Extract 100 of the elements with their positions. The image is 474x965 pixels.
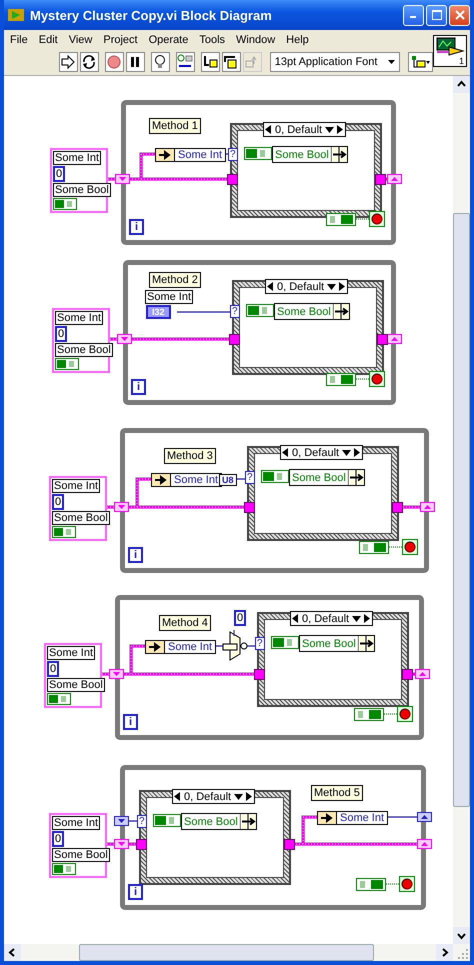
iteration-terminal: i [128,884,144,900]
element-label: Some Bool [53,183,111,197]
case-selector[interactable]: 0, Default [290,611,374,626]
left-arrow-icon [267,282,274,291]
int-wire [177,311,232,313]
case-selector-terminal: ? [245,471,255,484]
branch-wire [302,816,318,844]
iteration-terminal: i [129,219,144,235]
vi-icon [435,37,465,57]
method-label: Method 2 [149,272,201,288]
boolean-constant-icon [53,198,77,210]
unbundle-by-name-node[interactable]: Some Int [145,640,216,654]
run-continuously-icon[interactable] [80,52,99,72]
element-label: Some Int [53,151,102,165]
numeric-constant: 0 [55,326,68,342]
boolean-constant-icon [52,863,76,875]
bundle-by-name-node[interactable]: Some Bool [272,146,348,163]
case-selector[interactable]: 0, Default [172,789,256,804]
shift-register-icon [115,174,130,184]
bundle-by-name-node[interactable]: Some Bool [299,635,375,652]
font-dropdown[interactable]: 13pt Application Font [270,52,400,72]
dropdown-arrow-icon [325,126,334,132]
close-button[interactable] [449,4,470,26]
cluster-constant[interactable]: Some Int 0 Some Bool [49,476,107,541]
menu-item[interactable]: Project [103,34,138,46]
bundle-by-name-node[interactable]: Some Bool [181,813,257,830]
shift-register-icon [114,839,129,849]
run-arrow-icon[interactable] [59,52,78,72]
bool-wire [356,218,370,220]
dropdown-arrow-icon [388,60,396,64]
bundle-by-name-node[interactable]: Some Bool [274,303,350,320]
tunnel-icon [244,502,255,513]
step-over-icon[interactable] [222,52,241,72]
boolean-constant-icon [244,147,272,160]
case-selector-terminal: ? [255,637,265,650]
unbundle-by-name-node[interactable]: Some Int [151,473,222,487]
minimize-button[interactable] [403,4,424,26]
left-arrow-icon [265,125,272,134]
right-arrow-icon [337,125,344,134]
dropdown-arrow-icon [327,284,336,290]
unbundle-by-name-node[interactable]: Some Int [317,811,388,825]
cluster-constant[interactable]: Some Int 0 Some Bool [52,308,110,373]
bundle-by-name-node[interactable]: Some Bool [289,469,365,486]
vertical-scrollbar[interactable] [453,76,470,944]
right-arrow-icon [364,614,372,623]
retain-wire-values-icon[interactable] [176,52,195,72]
method-label: Method 1 [149,118,201,134]
case-selector-terminal: ? [228,148,238,161]
menu-item[interactable]: Window [236,34,276,46]
cluster-constant[interactable]: Some Int 0 Some Bool [49,813,107,878]
int-wire [385,816,418,818]
step-into-icon[interactable] [200,52,220,72]
bool-wire [388,546,404,548]
menu-item[interactable]: Operate [148,34,188,46]
select-function-icon[interactable] [222,630,250,662]
cluster-constant[interactable]: Some Int 0 Some Bool [50,148,108,213]
scroll-left-icon[interactable] [4,944,21,961]
tunnel-icon [402,669,413,680]
cluster-constant[interactable]: Some Int 0 Some Bool [44,643,102,708]
menu-item[interactable]: File [10,34,28,46]
menu-item[interactable]: Help [286,34,309,46]
menu-item[interactable]: Tools [199,34,226,46]
tunnel-icon [375,174,386,185]
case-selector[interactable]: 0, Default [263,122,346,137]
bundle-terminal-icon [240,814,256,829]
case-selector[interactable]: 0, Default [280,445,364,460]
shift-register-icon [109,669,124,679]
connector-pane[interactable]: 1 [433,35,467,67]
case-selector[interactable]: 0, Default [265,279,348,294]
tunnel-icon [284,839,295,850]
scroll-up-icon[interactable] [453,76,470,93]
right-arrow-icon [246,792,254,801]
numeric-constant[interactable]: 0 [234,610,246,626]
horizontal-scrollbar[interactable] [4,944,470,961]
numeric-constant: 0 [47,661,60,677]
dropdown-arrow-icon [342,450,352,456]
boolean-constant-icon [55,358,79,370]
app-icon [8,8,24,22]
menu-item[interactable]: View [68,34,92,46]
conversion-node[interactable]: U8 [219,474,237,486]
menu-item[interactable]: Edit [38,34,58,46]
method-label: Method 5 [311,785,363,801]
scroll-down-icon[interactable] [453,927,470,944]
scroll-thumb[interactable] [79,944,374,961]
element-label: Some Bool [52,848,110,862]
method-label: Method 4 [159,615,211,631]
stop-terminal-icon [369,371,385,387]
abort-icon[interactable] [104,52,124,72]
lightbulb-icon[interactable] [150,52,170,72]
method-label: Method 3 [164,448,216,464]
align-objects-icon[interactable] [408,52,433,72]
pause-icon[interactable] [126,52,145,72]
scroll-right-icon[interactable] [436,944,453,961]
tunnel-icon [377,334,388,345]
shift-register-icon [387,174,402,184]
stop-terminal-icon [369,211,385,227]
left-arrow-icon [292,614,299,623]
scroll-thumb[interactable] [453,213,470,807]
unbundle-by-name-node[interactable]: Some Int [155,148,226,162]
maximize-button[interactable] [426,4,447,26]
